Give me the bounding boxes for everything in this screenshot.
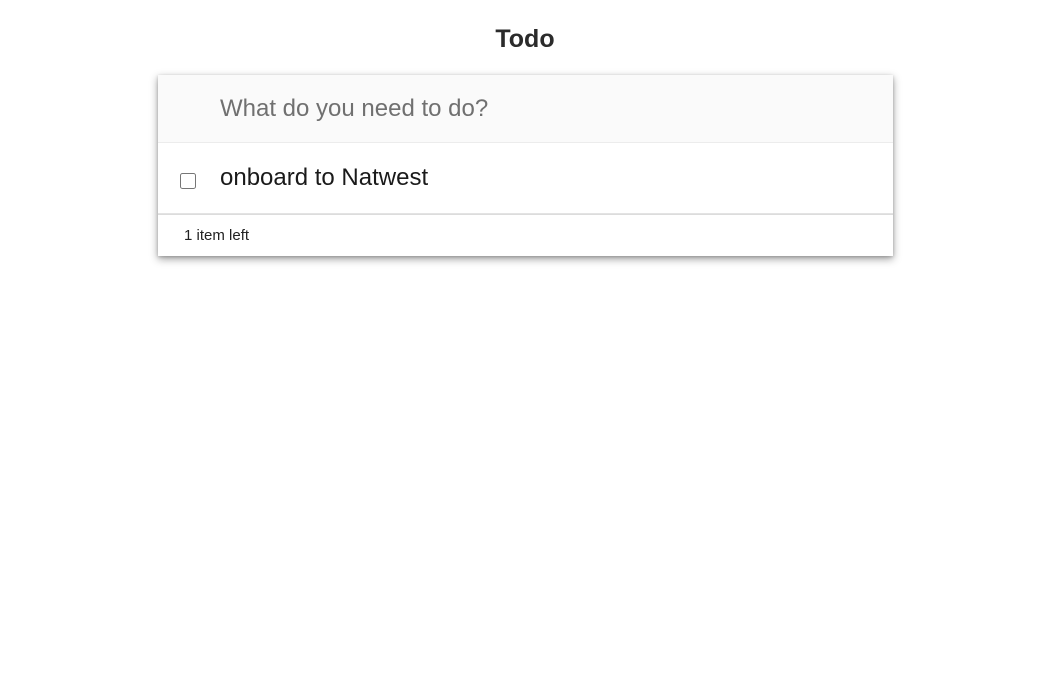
page-title: Todo (495, 25, 555, 53)
items-left-count: 1 item left (184, 227, 250, 244)
list-item: onboard to Natwest (158, 143, 893, 214)
new-todo-row (158, 75, 893, 143)
todo-label[interactable]: onboard to Natwest (220, 163, 428, 193)
todo-app: Todo onboard to Natwest 1 item left (0, 0, 1050, 693)
todo-toggle-checkbox[interactable] (180, 173, 196, 189)
todo-list: onboard to Natwest (158, 143, 893, 214)
new-todo-input[interactable] (220, 88, 860, 129)
todo-card: onboard to Natwest 1 item left (158, 75, 893, 256)
todo-footer: 1 item left (158, 214, 893, 256)
